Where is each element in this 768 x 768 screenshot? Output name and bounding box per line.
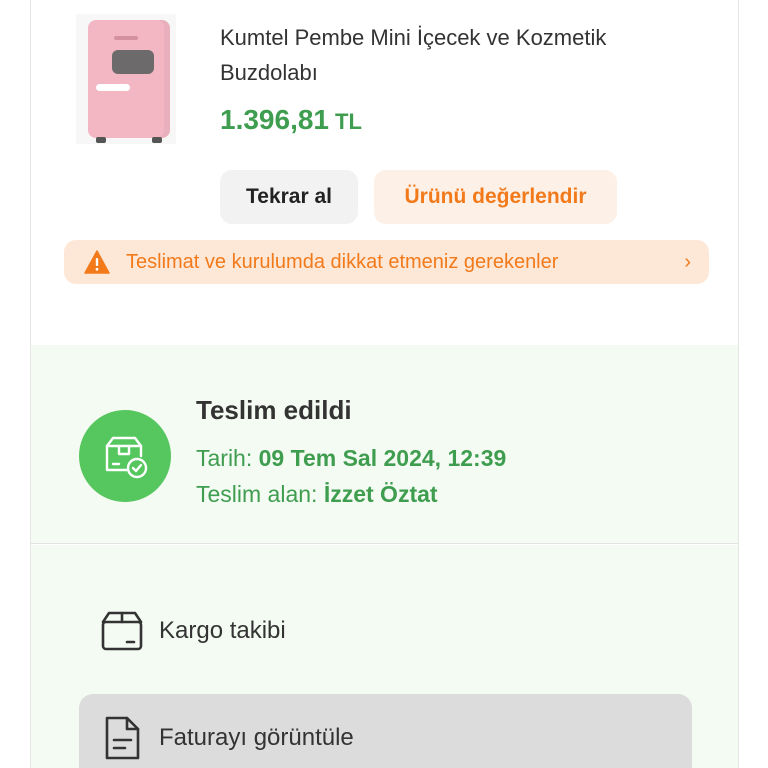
delivery-status-title: Teslim edildi — [196, 395, 352, 425]
delivery-recipient: Teslim alan: İzzet Öztat — [196, 481, 438, 508]
cargo-tracking-label: Kargo takibi — [159, 617, 286, 644]
product-title[interactable]: Kumtel Pembe Mini İçecek ve Kozmetik Buz… — [220, 20, 660, 90]
delivered-status-icon — [79, 410, 171, 502]
date-label: Tarih: — [196, 445, 253, 471]
warning-icon — [84, 250, 110, 274]
fridge-illustration — [88, 20, 170, 143]
date-value: 09 Tem Sal 2024, 12:39 — [258, 445, 507, 471]
package-icon — [101, 611, 143, 651]
delivery-status-section: Teslim edildi Tarih: 09 Tem Sal 2024, 12… — [31, 345, 738, 544]
recipient-label: Teslim alan: — [196, 481, 318, 507]
order-detail-card: Kumtel Pembe Mini İçecek ve Kozmetik Buz… — [30, 0, 739, 768]
price-value: 1.396,81 — [220, 104, 329, 135]
product-price: 1.396,81 TL — [220, 104, 362, 136]
order-actions: Kargo takibi Faturayı görüntüle — [31, 545, 738, 768]
delivery-warning-banner[interactable]: Teslimat ve kurulumda dikkat etmeniz ger… — [64, 240, 709, 284]
document-icon — [105, 716, 140, 760]
rebuy-button[interactable]: Tekrar al — [220, 170, 358, 224]
price-currency: TL — [335, 109, 362, 134]
warning-text: Teslimat ve kurulumda dikkat etmeniz ger… — [126, 250, 559, 273]
chevron-right-icon: › — [684, 250, 691, 273]
review-product-button[interactable]: Ürünü değerlendir — [374, 170, 617, 224]
cargo-tracking-button[interactable]: Kargo takibi — [79, 587, 692, 675]
view-invoice-button[interactable]: Faturayı görüntüle — [79, 694, 692, 768]
recipient-value: İzzet Öztat — [323, 481, 438, 507]
delivery-date: Tarih: 09 Tem Sal 2024, 12:39 — [196, 445, 506, 472]
product-image[interactable] — [76, 14, 176, 144]
view-invoice-label: Faturayı görüntüle — [159, 724, 354, 751]
box-check-icon — [105, 436, 148, 479]
